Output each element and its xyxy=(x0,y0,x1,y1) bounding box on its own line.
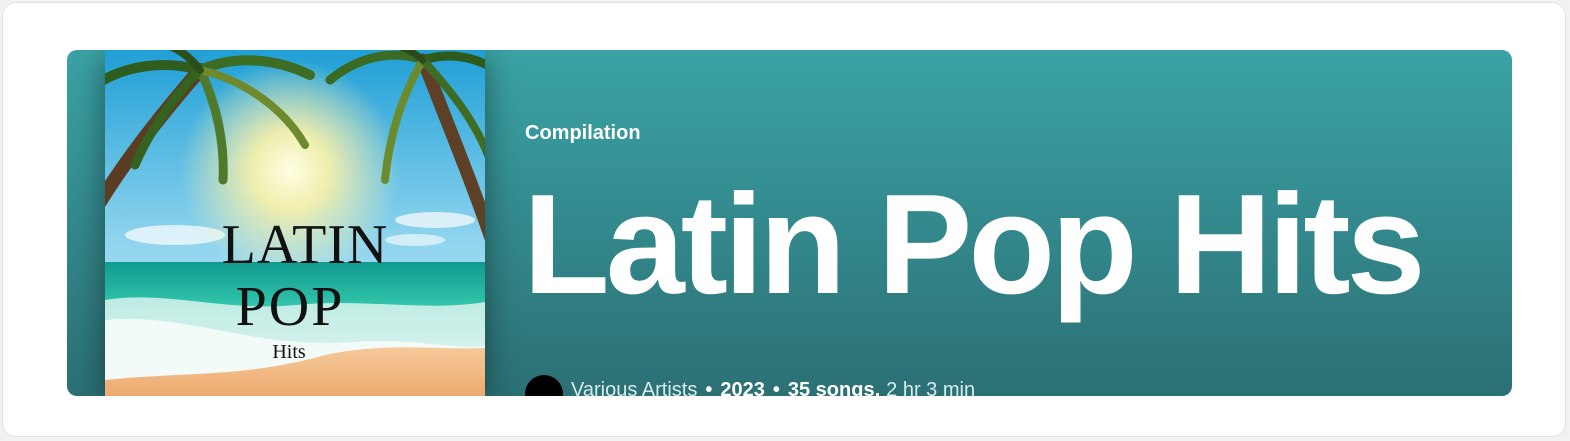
total-duration: 2 hr 3 min xyxy=(886,378,976,397)
meta-separator: • xyxy=(772,378,780,397)
album-info: Compilation Latin Pop Hits Various Artis… xyxy=(523,50,1512,396)
meta-separator: • xyxy=(705,378,713,397)
card-frame: LATIN POP Hits Compilation Latin Pop Hit… xyxy=(2,2,1566,437)
cover-pop-text: POP xyxy=(235,276,345,338)
artist-avatar[interactable] xyxy=(525,375,563,396)
cover-latin-text: LATIN xyxy=(221,214,389,276)
song-count: 35 songs, xyxy=(787,378,881,397)
artist-link[interactable]: Various Artists xyxy=(571,379,697,397)
album-meta: Various Artists • 2023 • 35 songs, 2 hr … xyxy=(525,367,975,396)
album-header-banner: LATIN POP Hits Compilation Latin Pop Hit… xyxy=(67,50,1512,396)
album-type-label: Compilation xyxy=(525,122,641,144)
album-cover-image[interactable]: LATIN POP Hits xyxy=(105,50,485,396)
release-year: 2023 xyxy=(720,378,765,397)
album-title: Latin Pop Hits xyxy=(523,165,1426,324)
cover-hits-text: Hits xyxy=(272,341,306,363)
